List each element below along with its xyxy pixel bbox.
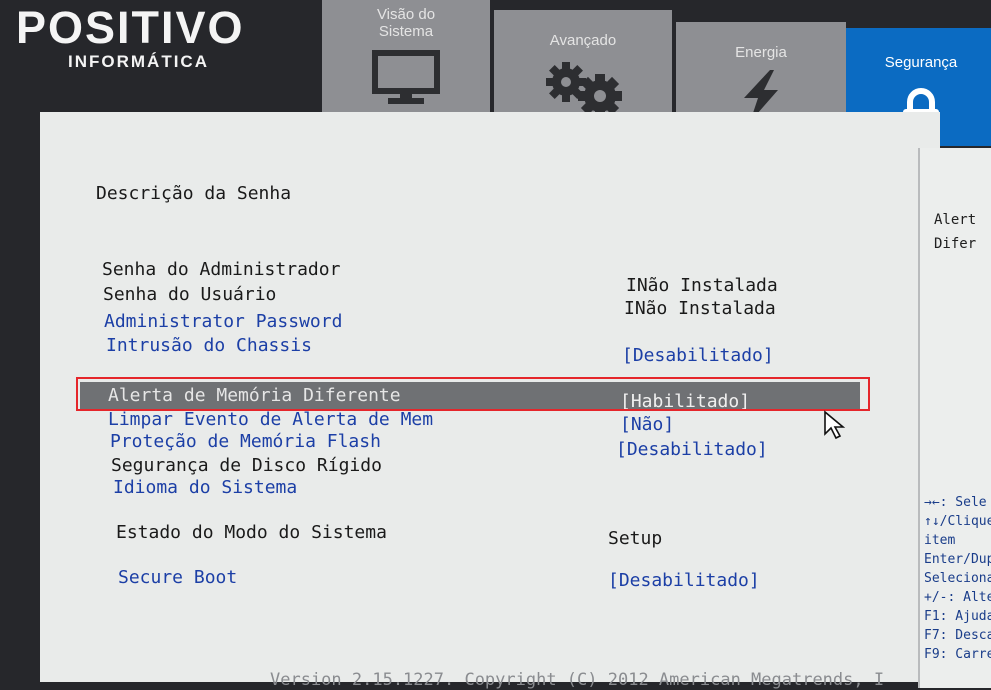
help-key: F7: Descar [924,628,991,643]
setting-value[interactable]: [Desabilitado] [608,569,760,593]
tab-visao-do-sistema[interactable]: Visão do Sistema [322,0,490,112]
tab-label: Segurança [884,54,958,71]
help-key: Selecional [924,571,991,586]
help-key: F9: Carrega [924,647,991,662]
setting-label: Idioma do Sistema [113,477,298,498]
tab-energia[interactable]: Energia [676,22,846,122]
help-key: Enter/Dup [924,552,991,567]
setting-label: Estado do Modo do Sistema [116,522,387,543]
section-title: Descrição da Senha [96,183,292,204]
setting-label: Senha do Administrador [102,259,341,280]
setting-label: Senha do Usuário [103,284,277,305]
brand-name: POSITIVO [16,2,245,53]
setting-value[interactable]: [Desabilitado] [616,438,768,462]
mouse-cursor-icon [824,410,846,440]
setting-value[interactable]: [Desabilitado] [622,344,774,368]
help-key: ↑↓/Clique [924,514,991,529]
tab-label: Visão do Sistema [376,6,436,40]
bios-version-footer: Version 2.15.1227. Copyright (C) 2012 Am… [270,670,885,690]
gears-icon [546,62,622,116]
setting-label: Segurança de Disco Rígido [111,455,382,476]
tab-label: Energia [735,44,787,61]
admin-password-row: Senha do Administrador INão Instalada [102,258,822,296]
brand-logo: POSITIVO INFORMÁTICA [0,0,320,90]
setting-value: Setup [608,528,663,549]
help-panel: Alert Difer →←: Sele ↑↓/Clique item Ente… [918,148,991,688]
user-password-row: Senha do Usuário INão Instalada [103,283,823,319]
help-key: +/-: Alter [924,590,991,605]
flash-protection-item[interactable]: Proteção de Memória Flash [Desabilitado] [110,430,830,460]
tab-avancado[interactable]: Avançado [494,10,672,118]
monitor-icon [372,50,440,104]
clear-memory-alert-item[interactable]: Limpar Evento de Alerta de Mem [Não] [108,408,828,435]
secure-boot-item[interactable]: Secure Boot [Desabilitado] [118,566,838,593]
help-keys: →←: Sele ↑↓/Clique item Enter/Dup Seleci… [920,493,991,664]
chassis-intrusion-item[interactable]: Intrusão do Chassis [Desabilitado] [106,334,826,366]
setting-label: Intrusão do Chassis [106,335,312,356]
setting-value: INão Instalada [624,298,776,319]
system-mode-state-row: Estado do Modo do Sistema Setup [116,521,836,549]
help-line: Alert [934,212,977,228]
brand-subtitle: INFORMÁTICA [68,52,209,71]
tab-label: Avançado [549,32,617,49]
bios-screen: POSITIVO INFORMÁTICA Visão do Sistema Av… [0,0,991,690]
setting-label: Limpar Evento de Alerta de Mem [108,409,434,430]
setting-label: Administrator Password [104,311,343,332]
help-description: Alert Difer [934,208,976,256]
help-key: →←: Sele [924,495,987,510]
help-key: F1: Ajuda [924,609,991,624]
help-line: Difer [934,236,977,252]
setting-label: Secure Boot [118,567,238,588]
selection-outline [76,377,870,411]
help-key: item [924,533,956,548]
setting-label: Proteção de Memória Flash [110,431,381,452]
